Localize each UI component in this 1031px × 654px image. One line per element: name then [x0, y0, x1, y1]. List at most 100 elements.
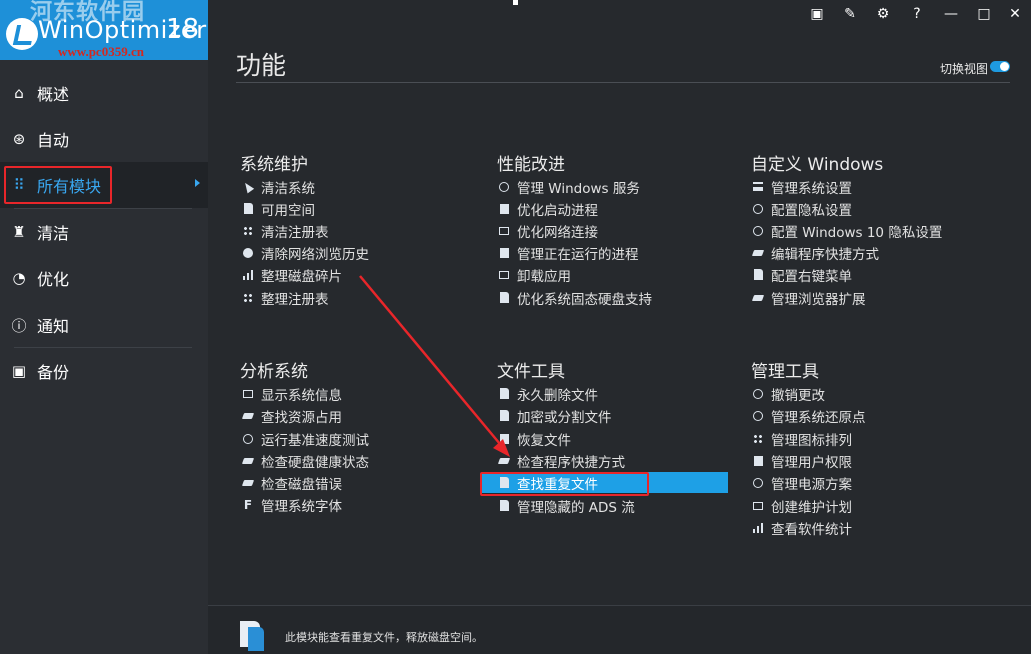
module-privacy[interactable]: 配置隐私设置 [752, 198, 852, 219]
app-logo: 河东软件园 WinOptimizer 18 www.pc0359.cn [0, 0, 208, 60]
flag-icon [499, 203, 509, 214]
sidebar-item-label: 备份 [37, 363, 70, 382]
module-browser-extensions[interactable]: 管理浏览器扩展 [751, 287, 866, 308]
minimize-icon: — [944, 6, 958, 22]
gauge-icon: ◔ [12, 269, 26, 287]
module-restore-points[interactable]: 管理系统还原点 [752, 405, 866, 426]
broom-icon: ♜ [12, 223, 26, 241]
cursor-icon [241, 180, 255, 193]
chart-icon [753, 522, 763, 533]
module-win10-privacy[interactable]: 配置 Windows 10 隐私设置 [752, 220, 942, 241]
undo-icon [753, 388, 763, 399]
trash-icon [499, 388, 509, 399]
module-maintenance-schedule[interactable]: 创建维护计划 [752, 495, 852, 516]
module-clear-browsing-history[interactable]: 清除网络浏览历史 [242, 242, 369, 263]
sidebar-item-label: 自动 [37, 131, 70, 150]
edit-button[interactable]: ✎ [839, 4, 861, 24]
module-uninstall[interactable]: 卸载应用 [498, 264, 571, 285]
gears-icon [499, 181, 509, 192]
module-disk-errors[interactable]: 检查磁盘错误 [241, 472, 342, 493]
maximize-button[interactable]: □ [973, 4, 995, 24]
module-user-rights[interactable]: 管理用户权限 [752, 450, 852, 471]
chevron-right-icon [195, 179, 200, 187]
module-find-duplicates[interactable]: 查找重复文件 [482, 472, 728, 493]
edit-icon: ✎ [844, 6, 856, 22]
module-system-info[interactable]: 显示系统信息 [242, 383, 342, 404]
duplicate-file-icon [499, 477, 509, 488]
sidebar-item-optimize[interactable]: ◔ 优化 [0, 255, 208, 301]
feedback-button[interactable]: ▣ [806, 4, 828, 24]
toggle-view-switch[interactable] [990, 61, 1010, 72]
section-heading-performance: 性能改进 [497, 155, 565, 175]
module-benchmark[interactable]: 运行基准速度测试 [242, 428, 369, 449]
minimize-button[interactable]: — [940, 4, 962, 24]
globe-icon [243, 247, 253, 258]
registry-icon [243, 225, 253, 236]
module-icon-layout[interactable]: 管理图标排列 [752, 428, 852, 449]
toggle-view-label: 切换视图 [940, 62, 989, 76]
module-undo-changes[interactable]: 撤销更改 [752, 383, 825, 404]
module-check-shortcuts[interactable]: 检查程序快捷方式 [497, 450, 625, 471]
maximize-icon: □ [977, 6, 991, 22]
sidebar-item-label: 通知 [37, 317, 70, 336]
help-button[interactable]: ? [906, 4, 928, 24]
section-heading-file-tools: 文件工具 [497, 362, 565, 382]
sidebar-item-automation[interactable]: ⊛ 自动 [0, 116, 208, 162]
sidebar-item-label: 清洁 [37, 224, 70, 243]
speedometer-icon [243, 433, 253, 444]
calendar-icon [753, 501, 763, 510]
module-context-menu[interactable]: 配置右键菜单 [752, 264, 852, 285]
sidebar-item-overview[interactable]: ⌂ 概述 [0, 70, 208, 116]
page-title: 功能 [236, 51, 287, 80]
module-description: 此模块能查看重复文件，释放磁盘空间。 [285, 631, 483, 644]
laptop-icon [499, 226, 509, 235]
gear-icon: ⚙ [876, 6, 890, 22]
module-defrag-registry[interactable]: 整理注册表 [242, 287, 329, 308]
ads-stream-icon [499, 500, 509, 511]
icon-layout-icon [753, 433, 763, 444]
module-ads-streams[interactable]: 管理隐藏的 ADS 流 [498, 495, 635, 516]
power-icon [753, 477, 763, 488]
menu-icon [753, 269, 763, 280]
module-fonts[interactable]: F 管理系统字体 [242, 494, 342, 515]
module-encrypt-split[interactable]: 加密或分割文件 [498, 405, 612, 426]
backup-icon: ▣ [11, 362, 27, 380]
module-clean-registry[interactable]: 清洁注册表 [242, 220, 329, 241]
shortcut-icon [497, 457, 511, 464]
hdd-icon [241, 457, 255, 464]
laptop-icon [241, 412, 255, 419]
settings-list-icon [753, 182, 763, 191]
module-startup[interactable]: 优化启动进程 [498, 198, 598, 219]
module-software-stats[interactable]: 查看软件统计 [752, 517, 852, 538]
module-power-plans[interactable]: 管理电源方案 [752, 472, 852, 493]
duplicate-files-icon [240, 621, 264, 651]
module-restore-files[interactable]: 恢复文件 [498, 428, 571, 449]
sidebar-item-notifications[interactable]: ⓘ 通知 [0, 302, 208, 348]
settings-button[interactable]: ⚙ [872, 4, 894, 24]
help-icon: ? [913, 6, 921, 22]
defrag-icon [243, 269, 253, 280]
title-divider [236, 82, 1010, 83]
module-shortcuts[interactable]: 编辑程序快捷方式 [751, 242, 879, 263]
module-network[interactable]: 优化网络连接 [498, 220, 598, 241]
module-system-settings[interactable]: 管理系统设置 [752, 176, 852, 197]
sidebar-item-all-modules[interactable]: ⠿ 所有模块 [0, 162, 208, 208]
user-icon [753, 455, 763, 466]
home-icon: ⌂ [14, 84, 24, 102]
module-processes[interactable]: 管理正在运行的进程 [498, 242, 639, 263]
module-ssd[interactable]: 优化系统固态硬盘支持 [498, 287, 652, 308]
module-disk-health[interactable]: 检查硬盘健康状态 [241, 450, 369, 471]
ssd-icon [499, 292, 509, 303]
monitor-icon [243, 389, 253, 398]
restore-point-icon [753, 410, 763, 421]
sidebar-item-clean[interactable]: ♜ 清洁 [0, 209, 208, 255]
module-resource-usage[interactable]: 查找资源占用 [241, 405, 342, 426]
module-defrag-disk[interactable]: 整理磁盘碎片 [242, 264, 342, 285]
module-shred-files[interactable]: 永久删除文件 [498, 383, 598, 404]
close-button[interactable]: ✕ [1004, 4, 1026, 24]
module-manage-services[interactable]: 管理 Windows 服务 [498, 176, 640, 197]
module-free-space[interactable]: 可用空间 [242, 198, 315, 219]
sidebar-item-backup[interactable]: ▣ 备份 [0, 348, 208, 394]
module-clean-system[interactable]: 清洁系统 [241, 176, 315, 197]
sidebar-item-label: 概述 [37, 85, 70, 104]
